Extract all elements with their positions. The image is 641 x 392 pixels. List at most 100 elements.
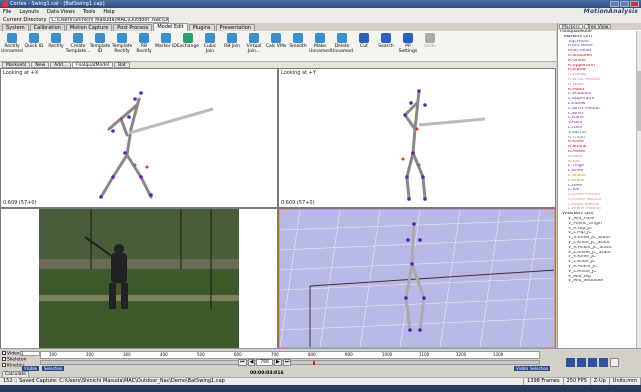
rb-rectify-button[interactable]: RB Rectify (133, 31, 155, 61)
tab-system[interactable]: System (2, 24, 29, 31)
cut-icon (359, 33, 369, 43)
marker-tree: FoolquatMode Markers (37) Top.Head Front.… (558, 30, 641, 284)
tab-plugins[interactable]: Plugins (188, 24, 215, 31)
os-taskbar (0, 385, 641, 392)
start-frame-field[interactable]: 1 (20, 351, 40, 356)
video-viewport[interactable] (1, 209, 277, 348)
view-button[interactable] (610, 358, 619, 367)
view-button[interactable] (577, 358, 586, 367)
viewport-label: Looking at +Y (281, 70, 316, 76)
transport-button-1[interactable]: ◀ (247, 359, 256, 366)
brand-logo: MotionAnalysis (583, 8, 638, 15)
marker-panel: Markers Tree View FoolquatMode Markers (3… (557, 23, 641, 349)
panel-tab-markers[interactable]: Markers (559, 24, 583, 30)
tab-calibration[interactable]: Calibration (29, 24, 65, 31)
marker-scrollbar[interactable] (636, 31, 641, 349)
undo-button[interactable]: Undo (419, 31, 441, 61)
view-button[interactable] (566, 358, 575, 367)
toolbar-label: Cubic Join (203, 44, 217, 54)
template-id-icon (95, 33, 105, 43)
playhead-marker[interactable] (313, 361, 315, 365)
cut-button[interactable]: Cut (353, 31, 375, 61)
tick-label: 600 (234, 352, 242, 357)
toolbar: Rectify Unnamed Quick ID Rectify Create Tem… (0, 31, 556, 62)
toolbar-label: Undo (424, 44, 436, 49)
tab-motion-capture[interactable]: Motion Capture (65, 24, 113, 31)
view-button[interactable] (588, 358, 597, 367)
checkbox[interactable] (2, 351, 6, 355)
minimize-button[interactable] (610, 1, 619, 7)
tick-label: 800 (308, 352, 316, 357)
pp-settings-button[interactable]: PP Settings (397, 31, 419, 61)
menu-help[interactable]: Help (103, 9, 114, 15)
maximize-button[interactable] (620, 1, 629, 7)
checkbox[interactable] (2, 363, 6, 367)
check-label: Video (7, 351, 20, 357)
transport-button-2[interactable]: ▶ (273, 359, 282, 366)
smooth-icon (293, 33, 303, 43)
create-template-icon (73, 33, 83, 43)
rectify-icon (7, 33, 17, 43)
title-bar: Cortex - Swing1.cal - [BatSwing1.cap] (0, 0, 641, 8)
close-button[interactable] (630, 1, 639, 7)
menu-data-views[interactable]: Data Views (47, 9, 75, 15)
tick-label: 900 (345, 352, 353, 357)
menu-file[interactable]: File (3, 9, 11, 15)
rb-join-button[interactable]: RB Join (221, 31, 243, 61)
timecode: 00:00:03:016 (250, 371, 284, 376)
delete-unnamed-icon (337, 33, 347, 43)
tab-post-process[interactable]: Post Process (113, 24, 153, 31)
toolbar-label: Exchange (177, 44, 199, 49)
template-id-button[interactable]: Template ID (89, 31, 111, 61)
viewport-side-y[interactable]: Looking at +Y 0.609 (57+0) (279, 69, 555, 207)
virtual-join-button[interactable]: Virtual Join... (243, 31, 265, 61)
tick-label: 200 (86, 352, 94, 357)
checkbox[interactable] (2, 357, 6, 361)
quick-id-button[interactable]: Quick ID (23, 31, 45, 61)
virtual-join-icon (249, 33, 259, 43)
toolbar-label: Search (378, 44, 394, 49)
current-frame-field[interactable]: 766 (256, 359, 273, 366)
status-bar: 152 :: Saved Capture: C:\Users\Shinichi … (0, 377, 641, 386)
check-label: Skeleton (7, 357, 27, 363)
menu-layouts[interactable]: Layouts (19, 9, 39, 15)
tab-model-edit[interactable]: Model Edit (153, 23, 188, 31)
marker-id-icon (161, 33, 171, 43)
undo-icon (425, 33, 435, 43)
smooth-button[interactable]: Smooth (287, 31, 309, 61)
panel-tab-tree-view[interactable]: Tree View (583, 24, 612, 30)
search-icon (381, 33, 391, 43)
selection-label: Selection (42, 366, 65, 371)
menu-tools[interactable]: Tools (83, 9, 95, 15)
exchange-button[interactable]: Exchange (177, 31, 199, 61)
search-button[interactable]: Search (375, 31, 397, 61)
scroll-thumb[interactable] (636, 71, 641, 131)
viewport-side-x[interactable]: Looking at +X 0.609 (57+0) (1, 69, 277, 207)
template-rectify-button[interactable]: Template Rectify (111, 31, 133, 61)
create-template-button[interactable]: Create Template... (66, 31, 90, 61)
skeleton-view-y (401, 89, 486, 201)
rectify-button[interactable]: Rectify Unnamed (1, 31, 23, 61)
tick-label: 1000 (382, 352, 393, 357)
directory-field[interactable]: C:\Users\Shinichi Masuda\MAC\Outdoor_Nac… (49, 16, 170, 23)
timeline-ruler[interactable]: 100 200 300 400 500 600 700 800 900 1000 1100 1200 1… (40, 351, 540, 359)
rectify-button[interactable]: Rectify (45, 31, 67, 61)
toolbar-label: Template ID (89, 44, 111, 54)
toolbar-label: Marker ID (155, 44, 177, 49)
transport-button-0[interactable]: ⏮ (238, 359, 247, 366)
marker-id-button[interactable]: Marker ID (155, 31, 177, 61)
view-button[interactable] (599, 358, 608, 367)
calc-vms-button[interactable]: Calc VMs (265, 31, 287, 61)
view-buttons (566, 358, 619, 367)
tick-label: 300 (123, 352, 131, 357)
make-unnamed-button[interactable]: Make Unnamed (309, 31, 331, 61)
cubic-join-button[interactable]: Cubic Join (199, 31, 221, 61)
tab-presentation[interactable]: Presentation (215, 24, 255, 31)
transport-button-3[interactable]: ⏭ (282, 359, 292, 366)
viewport-footer: 0.609 (57+0) (3, 200, 37, 206)
delete-unnamed-button[interactable]: Delete Unnamed (331, 31, 353, 61)
vmarker-item[interactable]: V_Mid_Shoulder (560, 279, 641, 284)
toolbar-label: Quick ID (24, 44, 44, 49)
viewport-3d[interactable] (279, 209, 555, 348)
tick-label: 1100 (419, 352, 430, 357)
